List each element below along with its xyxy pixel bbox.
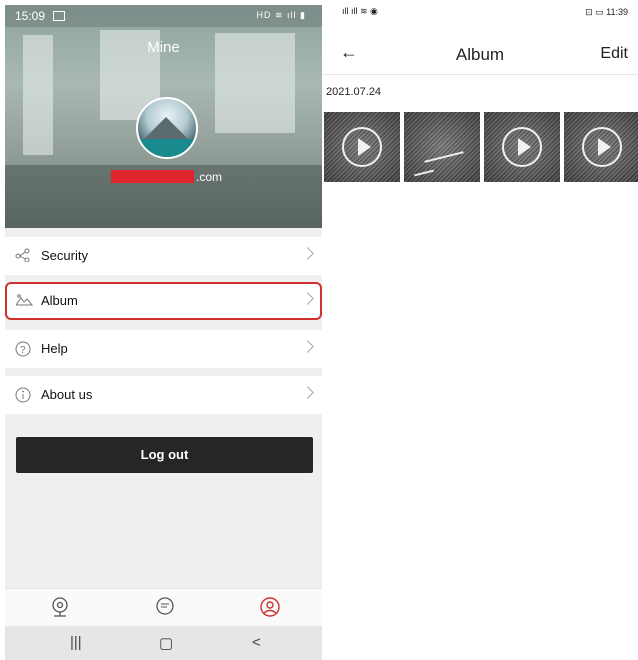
divider (322, 74, 638, 75)
system-nav-bar: ||| ▢ < (5, 626, 322, 660)
date-label: 2021.07.24 (326, 86, 382, 98)
email-domain: .com (196, 169, 223, 184)
menu-item-help[interactable]: ? Help (5, 330, 322, 368)
share-icon (15, 248, 33, 264)
album-screen: ıll ıll ≋ ◉ ⊡ ▭ 11:39 ← Album Edit 2021.… (322, 0, 638, 660)
chevron-right-icon (301, 386, 314, 399)
play-icon (342, 127, 382, 167)
info-icon (15, 387, 33, 403)
album-thumbnail-video[interactable] (564, 112, 638, 182)
status-time: 15:09 (15, 9, 46, 23)
message-icon[interactable] (154, 596, 176, 618)
page-title: Mine (147, 39, 180, 56)
camera-icon[interactable] (49, 596, 71, 618)
bottom-nav (5, 588, 322, 627)
album-thumbnail-video[interactable] (484, 112, 560, 182)
status-bar: ıll ıll ≋ ◉ ⊡ ▭ 11:39 (322, 0, 638, 24)
avatar[interactable] (136, 97, 198, 159)
mountain-icon (15, 293, 34, 309)
edit-button[interactable]: Edit (600, 45, 628, 63)
menu-item-label: Security (41, 248, 88, 263)
logout-button[interactable]: Log out (16, 437, 313, 473)
menu-item-about-us[interactable]: About us (5, 376, 322, 414)
profile-header: 15:09 HD ≋ ıll ▮ Mine .com (5, 5, 322, 228)
menu-item-album[interactable]: Album (5, 282, 322, 320)
profile-icon[interactable] (259, 596, 281, 618)
chevron-right-icon (301, 247, 314, 260)
signal-icons: ıll ıll ≋ ◉ (342, 6, 378, 16)
question-icon: ? (15, 341, 33, 357)
menu-item-security[interactable]: Security (5, 237, 322, 275)
menu-item-label: Help (41, 341, 68, 356)
play-icon (502, 127, 542, 167)
menu-item-label: About us (41, 387, 93, 402)
recents-button[interactable]: ||| (70, 634, 82, 651)
image-icon (53, 11, 65, 21)
redaction-bar (111, 170, 194, 184)
svg-text:?: ? (20, 345, 26, 356)
mine-screen: 15:09 HD ≋ ıll ▮ Mine .com Security Albu… (5, 5, 322, 660)
page-title: Album (455, 45, 505, 64)
account-email: .com (111, 168, 223, 184)
menu-item-label: Album (41, 293, 78, 308)
album-thumbnail-video[interactable] (324, 112, 400, 182)
home-button[interactable]: ▢ (159, 634, 173, 652)
play-icon (582, 127, 622, 167)
status-time-battery: ⊡ ▭ 11:39 (585, 7, 628, 17)
chevron-right-icon (301, 340, 314, 353)
status-bar: 15:09 HD ≋ ıll ▮ (5, 5, 322, 27)
chevron-right-icon (301, 292, 314, 305)
album-thumbnail-image[interactable] (404, 112, 480, 182)
signal-icons: HD ≋ ıll ▮ (256, 10, 306, 20)
back-button[interactable]: < (252, 634, 261, 651)
